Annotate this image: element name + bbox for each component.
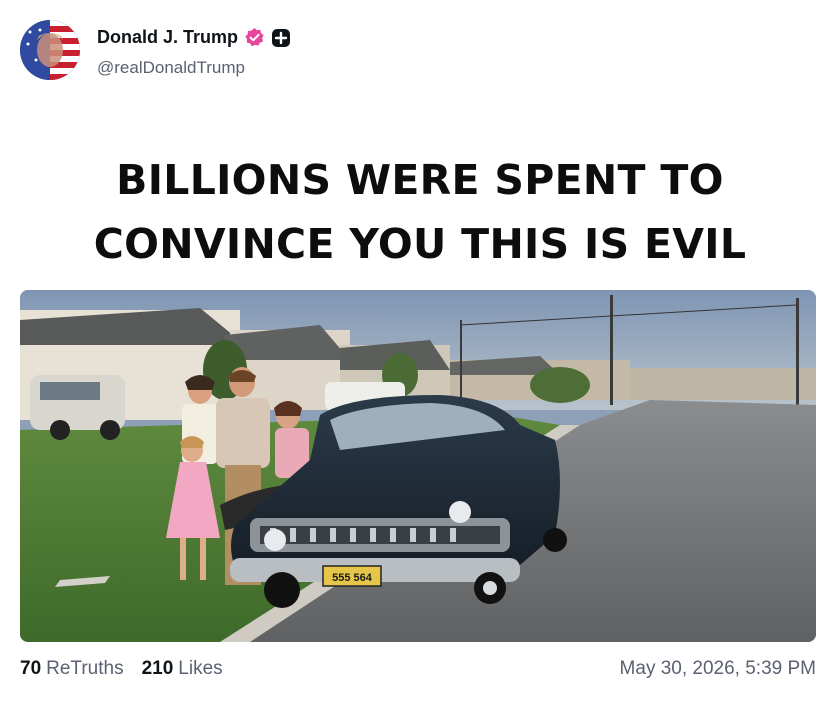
post-text: BILLIONS WERE SPENT TO CONVINCE YOU THIS… (0, 148, 840, 276)
license-plate-text: 555 564 (332, 572, 373, 584)
post-timestamp[interactable]: May 30, 2026, 5:39 PM (620, 658, 816, 680)
flag-portrait-avatar-icon (20, 20, 80, 80)
post-text-line: CONVINCE YOU THIS IS EVIL (93, 220, 747, 268)
likes-count: 210 (141, 658, 174, 679)
verified-badge-icon (244, 27, 265, 48)
avatar[interactable] (20, 20, 80, 80)
post-header: Donald J. Trump @realDonaldTrump (20, 20, 820, 82)
plus-badge-icon (271, 28, 291, 48)
name-row: Donald J. Trump (97, 27, 291, 48)
post-text-line: BILLIONS WERE SPENT TO (116, 156, 724, 204)
retruths-stat[interactable]: 70 ReTruths (20, 658, 124, 680)
family-with-vintage-car-photo: 555 564 (20, 290, 816, 642)
likes-stat[interactable]: 210 Likes (142, 658, 223, 680)
likes-label: Likes (178, 658, 223, 679)
post-stats: 70 ReTruths 210 Likes (20, 658, 223, 680)
retruths-label: ReTruths (46, 658, 124, 679)
post-footer: 70 ReTruths 210 Likes May 30, 2026, 5:39 P… (20, 658, 816, 686)
retruths-count: 70 (20, 658, 42, 679)
user-handle[interactable]: @realDonaldTrump (97, 58, 245, 78)
post-image[interactable]: 555 564 (20, 290, 816, 642)
display-name[interactable]: Donald J. Trump (97, 27, 238, 48)
